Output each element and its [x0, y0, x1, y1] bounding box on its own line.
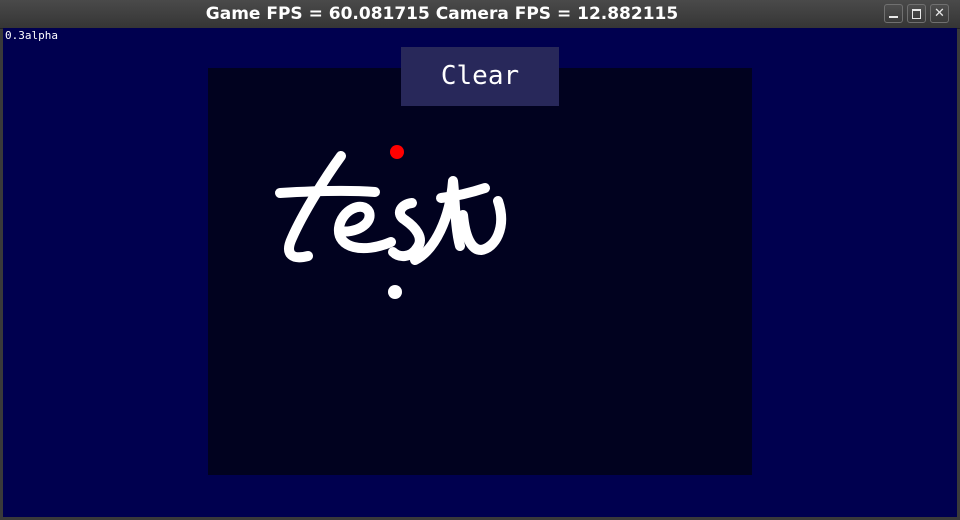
stroke-v [458, 196, 507, 255]
close-icon[interactable]: ✕ [930, 4, 949, 23]
stroke-e [334, 201, 396, 254]
window-title: Game FPS = 60.081715 Camera FPS = 12.882… [205, 4, 679, 24]
minimize-icon[interactable] [884, 4, 903, 23]
stroke-t1-stem [284, 151, 346, 263]
stroke-t1-cross [275, 185, 380, 198]
stroke-s [388, 198, 425, 262]
ink-dot [388, 285, 402, 299]
handwritten-test-strokes [275, 151, 507, 265]
title-bar[interactable]: Game FPS = 60.081715 Camera FPS = 12.882… [0, 0, 960, 29]
clear-button[interactable]: Clear [401, 47, 559, 106]
game-viewport: 0.3alpha Clear [3, 28, 957, 517]
maximize-icon[interactable] [907, 4, 926, 23]
pointer-dot [390, 145, 404, 159]
app-window: Game FPS = 60.081715 Camera FPS = 12.882… [0, 0, 960, 520]
